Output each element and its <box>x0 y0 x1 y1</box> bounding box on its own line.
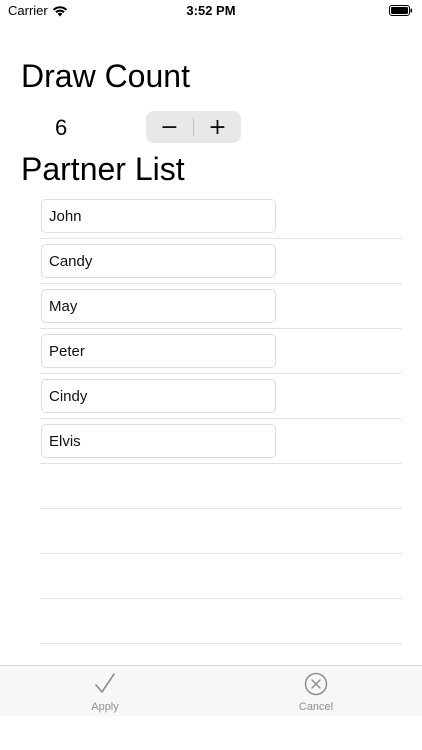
draw-count-value: 6 <box>55 115 68 140</box>
checkmark-icon <box>95 673 115 693</box>
list-item <box>40 329 402 374</box>
partner-name-field[interactable] <box>41 379 276 413</box>
empty-list-row <box>40 509 402 554</box>
bottom-toolbar: Apply Cancel <box>0 665 422 716</box>
partner-name-field[interactable] <box>41 334 276 368</box>
status-bar: Carrier 3:52 PM <box>0 0 422 24</box>
list-item <box>40 419 402 464</box>
increment-button[interactable]: + <box>194 111 241 143</box>
cancel-circle-icon <box>304 672 328 696</box>
cancel-button[interactable]: Cancel <box>281 672 351 713</box>
list-item <box>40 284 402 329</box>
partner-name-field[interactable] <box>41 244 276 278</box>
list-item <box>40 374 402 419</box>
partner-name-field[interactable] <box>41 199 276 233</box>
partner-name-field[interactable] <box>41 289 276 323</box>
apply-button[interactable]: Apply <box>70 672 140 713</box>
partner-name-field[interactable] <box>41 424 276 458</box>
battery-icon <box>389 5 413 16</box>
partner-list-heading: Partner List <box>21 151 185 187</box>
empty-list-row <box>40 554 402 599</box>
empty-list-row <box>40 599 402 644</box>
apply-label: Apply <box>91 701 119 713</box>
list-item <box>40 194 402 239</box>
list-item <box>40 239 402 284</box>
empty-list-row <box>40 464 402 509</box>
draw-count-heading: Draw Count <box>21 58 190 94</box>
draw-count-stepper: − + <box>146 111 241 143</box>
decrement-button[interactable]: − <box>146 111 193 143</box>
status-time: 3:52 PM <box>186 3 236 18</box>
cancel-label: Cancel <box>298 701 334 713</box>
